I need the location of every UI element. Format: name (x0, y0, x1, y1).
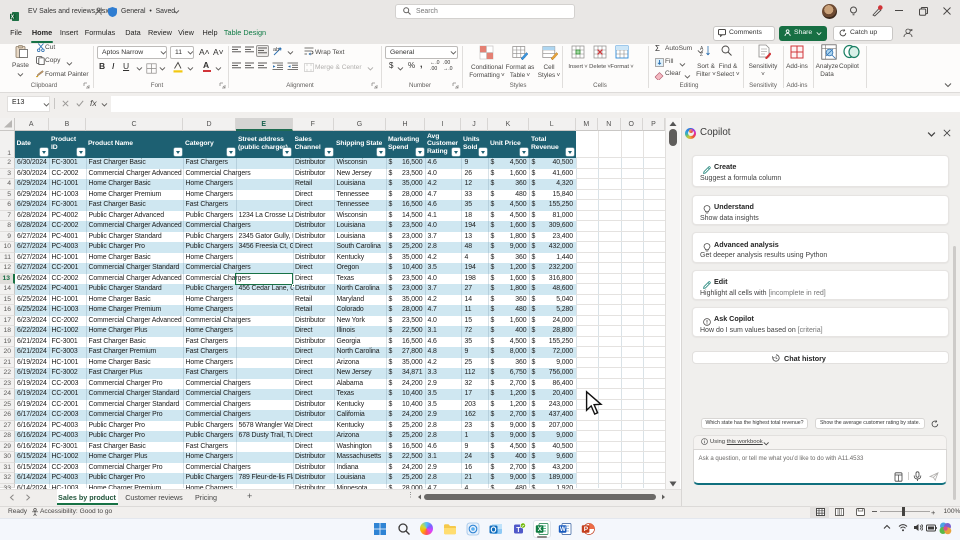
svg-text:Z: Z (700, 52, 703, 57)
svg-text:T: T (516, 526, 521, 533)
svg-text:W: W (560, 526, 566, 533)
svg-text:P: P (584, 526, 589, 533)
svg-text:ab: ab (273, 47, 279, 53)
svg-text:X: X (538, 526, 543, 533)
svg-text:o: o (101, 7, 104, 12)
